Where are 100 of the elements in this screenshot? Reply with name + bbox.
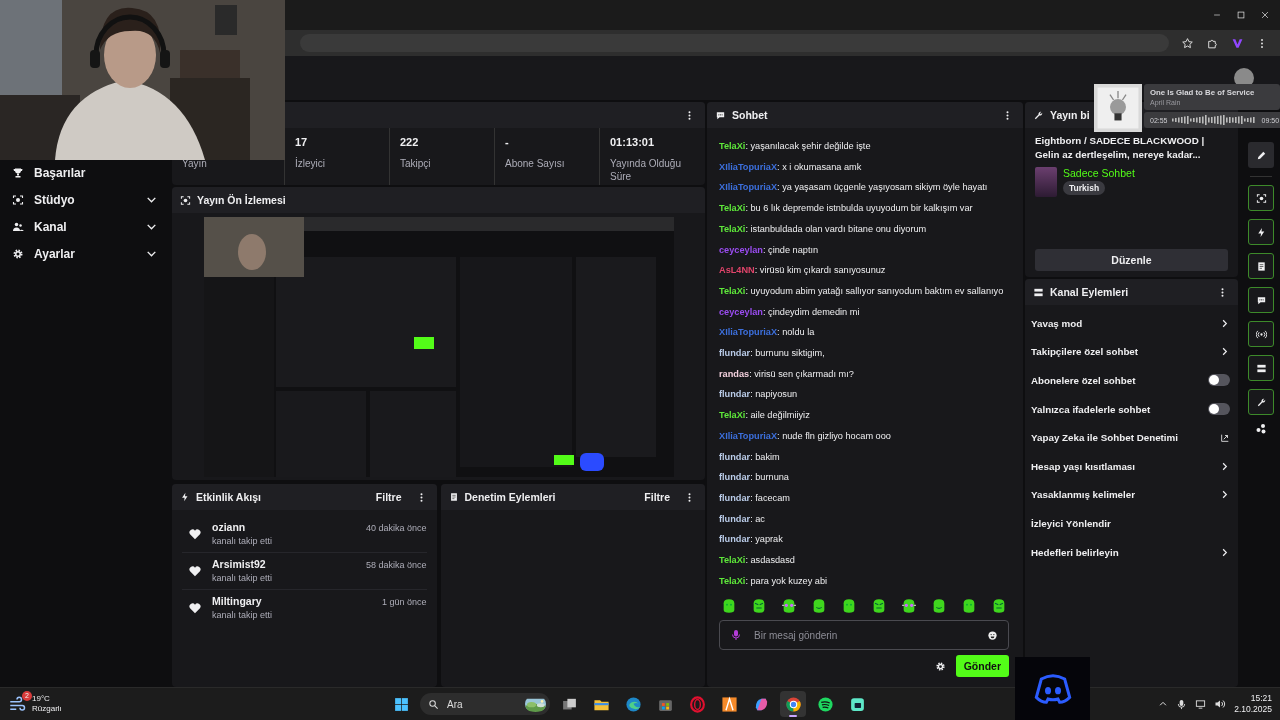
emote-icon[interactable] xyxy=(751,598,767,614)
browser-circle-icon xyxy=(784,695,802,713)
activity-tool-button[interactable] xyxy=(1248,219,1274,245)
channel-action[interactable]: Yasaklanmış kelimeler xyxy=(1025,480,1238,510)
trophy-icon xyxy=(12,166,24,179)
search-input[interactable]: Ara xyxy=(445,697,519,711)
search-icon xyxy=(428,698,439,710)
chat-tool-button[interactable] xyxy=(1248,287,1274,313)
wave-circle-icon xyxy=(624,695,642,713)
channel-action[interactable]: Yalnızca ifadelerle sohbet xyxy=(1025,394,1238,424)
edit-button[interactable]: Düzenle xyxy=(1035,249,1228,271)
screen-capture-icon xyxy=(12,193,24,206)
emoji-icon[interactable] xyxy=(987,629,998,641)
emote-icon[interactable] xyxy=(811,598,827,614)
chat-icon xyxy=(715,109,726,121)
chat-message: randas: virisü sen çıkarmadı mı? xyxy=(719,367,855,381)
emote-icon[interactable] xyxy=(931,598,947,614)
chat-message: XIliaTopuriaX: noldu la xyxy=(719,326,816,340)
stat-label: Yayında Olduğu Süre xyxy=(610,157,682,183)
channel-actions-icon xyxy=(1255,362,1267,374)
message-field[interactable]: Bir mesaj gönderin xyxy=(719,620,1009,650)
stat-value: 222 xyxy=(400,136,419,148)
stat-label: İzleyici xyxy=(295,157,326,170)
event-time: 58 dakika önce xyxy=(365,559,427,570)
channel-action[interactable]: Yapay Zeka ile Sohbet Denetimi xyxy=(1025,423,1238,452)
send-button[interactable]: Gönder xyxy=(955,655,1009,677)
edit-tool-button[interactable] xyxy=(1248,142,1274,168)
channel-action[interactable]: Takipçilere özel sohbet xyxy=(1025,337,1238,367)
windows-icon xyxy=(392,695,410,713)
emote-icon[interactable] xyxy=(781,598,797,614)
toggle-switch[interactable] xyxy=(1208,374,1230,387)
weather-condition: Rüzgarlı xyxy=(32,704,62,714)
star-icon[interactable] xyxy=(1181,36,1194,50)
network-icon[interactable] xyxy=(1195,698,1207,710)
chat-message: flundar: facecam xyxy=(719,491,791,505)
filter-button[interactable]: Filtre xyxy=(367,491,410,503)
sidebar-item[interactable]: Kanal xyxy=(12,217,158,236)
stat-value: - xyxy=(505,136,509,148)
search-field[interactable]: Ara xyxy=(420,693,550,715)
chat-message: AsL4NN: virüsü kim çıkardı sanıyosunuz xyxy=(719,264,887,278)
sidebar-item[interactable]: Ayarlar xyxy=(12,244,158,263)
settings-icon[interactable] xyxy=(934,660,946,672)
screen-capture-icon xyxy=(180,194,191,206)
panel-title: Yayın Ön İzlemesi xyxy=(197,194,286,206)
stat-label: Takipçi xyxy=(400,157,432,170)
chevron-up-icon[interactable] xyxy=(1158,699,1169,709)
category-cover xyxy=(1035,167,1057,198)
emote-icon[interactable] xyxy=(841,598,857,614)
taskbar-app[interactable] xyxy=(780,691,806,717)
chat-message: XIliaTopuriaX: ya yaşasam üçgenle yaşıyosam sikiym öyle hayatı xyxy=(719,181,989,195)
chat-message: flundar: ac xyxy=(719,512,766,526)
chat-message: TelaXi: bu 6 lık depremde istnbulda uyuyodum bir kalkışım var xyxy=(719,202,974,216)
speaker-icon[interactable] xyxy=(1214,698,1227,710)
channel-action[interactable]: Abonelere özel sohbet xyxy=(1025,366,1238,395)
document-tool-button[interactable] xyxy=(1248,253,1274,279)
sidebar-item[interactable]: Stüdyo xyxy=(12,190,158,209)
settings-tool-button[interactable] xyxy=(1248,389,1274,415)
ring-icon xyxy=(688,695,706,713)
channel-action[interactable]: Hesap yaşı kısıtlaması xyxy=(1025,451,1238,481)
chat-message: flundar: bakim xyxy=(719,450,781,464)
category-name[interactable]: Sadece Sohbet xyxy=(1063,167,1135,180)
chat-message: XIliaTopuriaX: x i okumasana amk xyxy=(719,160,863,174)
waveform-icon xyxy=(1171,115,1258,125)
chat-message: flundar: napiyosun xyxy=(719,388,799,402)
panel-title: Yayın bi xyxy=(1050,109,1090,121)
toggle-switch[interactable] xyxy=(1208,403,1230,416)
emote-icon[interactable] xyxy=(961,598,977,614)
capture-tool-button[interactable] xyxy=(1248,185,1274,211)
close-icon[interactable] xyxy=(1260,10,1270,20)
emote-icon[interactable] xyxy=(991,598,1007,614)
event-action: kanalı takip etti xyxy=(212,610,274,620)
v-logo-icon[interactable] xyxy=(1231,36,1244,50)
filter-button[interactable]: Filtre xyxy=(636,491,678,503)
chat-message: TelaXi: istanbuldada olan vardı bitane onu diyorum xyxy=(719,222,928,236)
dots-icon[interactable] xyxy=(1255,423,1267,435)
broadcast-tool-button[interactable] xyxy=(1248,321,1274,347)
chat-message: TelaXi: uyuyodum abim yatağı sallıyor sanıyodum baktım ev sallanıyo xyxy=(719,284,1005,298)
chat-message: TelaXi: yaşanılacak şehir değilde işte xyxy=(719,140,872,153)
microphone-icon[interactable] xyxy=(1176,698,1188,710)
sidebar-item[interactable]: Başarılar xyxy=(12,163,158,182)
emote-icon[interactable] xyxy=(721,598,737,614)
channel-action[interactable]: Hedefleri belirleyin xyxy=(1025,537,1238,567)
message-input[interactable]: Bir mesaj gönderin xyxy=(752,628,977,642)
chat-message: TelaXi: para yok kuzey abi xyxy=(719,574,829,588)
external-link-icon xyxy=(1220,432,1230,443)
document-icon xyxy=(1255,260,1267,272)
heart-icon xyxy=(188,526,202,541)
maximize-icon[interactable] xyxy=(1236,10,1246,20)
stat-label: Abone Sayısı xyxy=(505,157,566,170)
emote-icon[interactable] xyxy=(901,598,917,614)
event-time: 40 dakika önce xyxy=(365,522,427,533)
channel-action[interactable]: Yavaş mod xyxy=(1025,309,1238,338)
broadcast-icon xyxy=(1255,328,1267,340)
channel-action[interactable]: İzleyici Yönlendir xyxy=(1025,509,1238,538)
wrench-icon xyxy=(1033,109,1044,121)
layout-tool-button[interactable] xyxy=(1248,355,1274,381)
clock-date: 2.10.2025 xyxy=(1234,704,1272,715)
screen-capture-icon xyxy=(1255,192,1267,204)
emote-icon[interactable] xyxy=(871,598,887,614)
panel-title: Denetim Eylemleri xyxy=(464,491,556,503)
